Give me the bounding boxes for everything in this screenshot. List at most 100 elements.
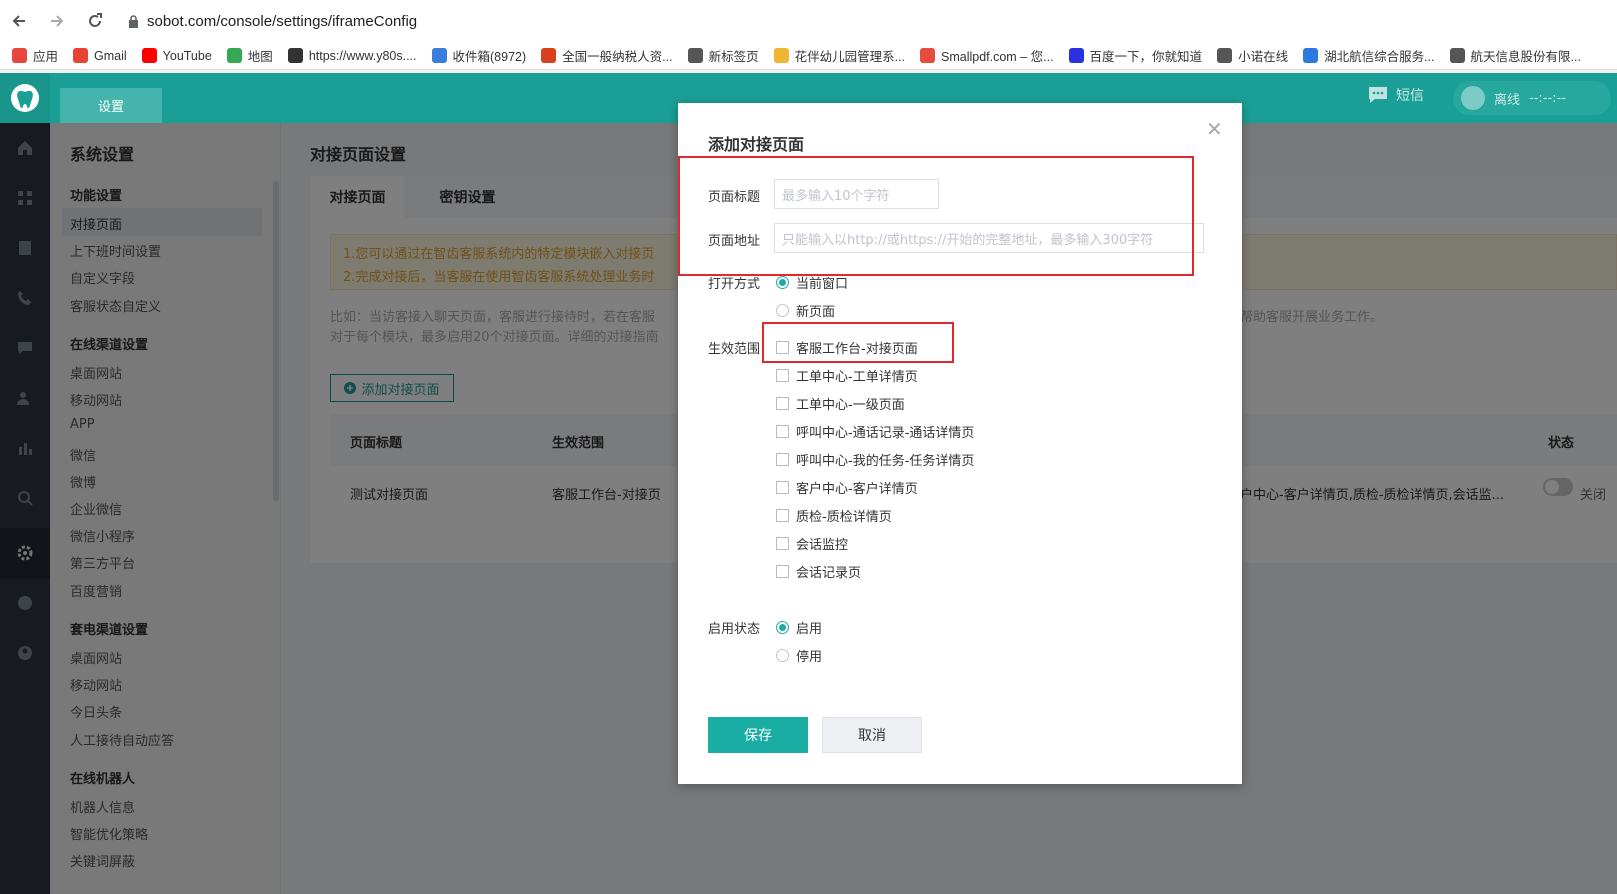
cancel-button[interactable]: 取消 bbox=[822, 717, 922, 753]
bookmark-item[interactable]: Gmail bbox=[73, 48, 127, 63]
option-label: 呼叫中心-通话记录-通话详情页 bbox=[796, 426, 975, 441]
bookmark-item[interactable]: 收件箱(8972) bbox=[431, 46, 527, 65]
annotation-highlight-box bbox=[762, 322, 954, 363]
scope-option[interactable]: 呼叫中心-通话记录-通话详情页 bbox=[776, 422, 974, 441]
tax-icon bbox=[541, 48, 557, 63]
globe-icon bbox=[1449, 48, 1465, 63]
gmail-icon bbox=[73, 48, 89, 63]
bookmark-item[interactable]: 地图 bbox=[226, 46, 273, 65]
chat-bubble-icon bbox=[1369, 87, 1387, 103]
radio-unchecked[interactable] bbox=[776, 649, 789, 662]
option-label: 会话记录页 bbox=[796, 566, 862, 581]
add-iframe-page-dialog: 添加对接页面 ✕ 页面标题 最多输入10个字符 页面地址 只能输入以http:/… bbox=[678, 103, 1242, 784]
bookmark-label: https://www.y80s.... bbox=[308, 48, 417, 63]
tooth-logo-icon[interactable] bbox=[0, 73, 50, 123]
scope-option[interactable]: 会话监控 bbox=[776, 534, 848, 553]
enable-option-off[interactable]: 停用 bbox=[776, 646, 822, 665]
checkbox[interactable] bbox=[776, 509, 789, 522]
browser-address-bar: sobot.com/console/settings/iframeConfig bbox=[0, 0, 1617, 42]
smallpdf-icon bbox=[920, 48, 935, 63]
option-label: 工单中心-工单详情页 bbox=[796, 370, 918, 385]
forward-arrow-icon[interactable] bbox=[38, 13, 76, 29]
youtube-icon bbox=[141, 48, 157, 63]
bookmark-item[interactable]: 全国一般纳税人资... bbox=[541, 46, 673, 65]
checkbox[interactable] bbox=[776, 369, 789, 382]
bookmark-label: 地图 bbox=[247, 50, 273, 64]
dialog-title: 添加对接页面 bbox=[708, 135, 805, 154]
radio-unchecked[interactable] bbox=[776, 304, 789, 317]
bookmark-item[interactable]: 新标签页 bbox=[687, 46, 759, 65]
option-label: 会话监控 bbox=[796, 538, 849, 553]
bookmark-label: Smallpdf.com – 您... bbox=[941, 50, 1054, 64]
bookmark-item[interactable]: YouTube bbox=[141, 48, 212, 63]
sms-button[interactable]: 短信 bbox=[1367, 85, 1424, 105]
close-icon[interactable]: ✕ bbox=[1206, 117, 1223, 141]
option-label: 停用 bbox=[796, 650, 823, 665]
enable-status-label: 启用状态 bbox=[708, 622, 761, 637]
bookmark-label: 新标签页 bbox=[708, 50, 759, 64]
flower-icon bbox=[773, 48, 789, 63]
radio-checked[interactable] bbox=[776, 276, 789, 289]
checkbox[interactable] bbox=[776, 537, 789, 550]
bookmark-label: 全国一般纳税人资... bbox=[562, 50, 673, 64]
reload-icon[interactable] bbox=[76, 13, 114, 29]
checkbox[interactable] bbox=[776, 481, 789, 494]
agent-status-pill[interactable]: 离线 --:--:-- bbox=[1453, 81, 1611, 115]
scope-option[interactable]: 工单中心-工单详情页 bbox=[776, 366, 918, 385]
save-button[interactable]: 保存 bbox=[708, 717, 808, 753]
bookmark-label: 百度一下，你就知道 bbox=[1089, 50, 1203, 64]
option-label: 质检-质检详情页 bbox=[796, 510, 892, 525]
bookmark-item[interactable]: 湖北航信综合服务... bbox=[1303, 46, 1435, 65]
scope-label: 生效范围 bbox=[708, 342, 761, 357]
bookmark-label: Gmail bbox=[94, 48, 127, 63]
annotation-highlight-box bbox=[678, 156, 1194, 276]
status-time: --:--:-- bbox=[1529, 90, 1566, 106]
scope-option[interactable]: 呼叫中心-我的任务-任务详情页 bbox=[776, 450, 974, 469]
checkbox[interactable] bbox=[776, 397, 789, 410]
bookmark-item[interactable]: https://www.y80s.... bbox=[287, 48, 417, 63]
bookmark-label: 航天信息股份有限... bbox=[1470, 50, 1581, 64]
baidu-icon bbox=[1068, 48, 1084, 63]
bookmark-label: 花伴幼儿园管理系... bbox=[794, 50, 905, 64]
checkbox[interactable] bbox=[776, 453, 789, 466]
scope-option[interactable]: 会话记录页 bbox=[776, 562, 861, 581]
bookmark-label: 收件箱(8972) bbox=[452, 50, 527, 64]
bookmark-item[interactable]: 小诺在线 bbox=[1217, 46, 1288, 65]
radio-checked[interactable] bbox=[776, 621, 789, 634]
checkbox[interactable] bbox=[776, 565, 789, 578]
option-label: 新页面 bbox=[796, 305, 836, 320]
back-arrow-icon[interactable] bbox=[0, 13, 38, 29]
status-label: 离线 bbox=[1494, 92, 1521, 108]
scope-option[interactable]: 客户中心-客户详情页 bbox=[776, 478, 918, 497]
bookmark-label: YouTube bbox=[162, 48, 212, 63]
avatar bbox=[1461, 86, 1485, 110]
bookmark-item[interactable]: 航天信息股份有限... bbox=[1449, 46, 1581, 65]
open-mode-new-page[interactable]: 新页面 bbox=[776, 301, 835, 320]
maps-icon bbox=[226, 48, 242, 63]
enable-option-on[interactable]: 启用 bbox=[776, 618, 822, 637]
url-text: sobot.com/console/settings/iframeConfig bbox=[147, 12, 418, 30]
option-label: 工单中心-一级页面 bbox=[796, 398, 905, 413]
bookmark-item[interactable]: 百度一下，你就知道 bbox=[1068, 46, 1203, 65]
tab-settings[interactable]: 设置 bbox=[60, 88, 162, 123]
globe-icon bbox=[1217, 48, 1233, 63]
option-label: 启用 bbox=[796, 622, 823, 637]
bookmark-item[interactable]: Smallpdf.com – 您... bbox=[920, 46, 1054, 65]
lock-icon bbox=[129, 14, 138, 28]
apps-grid-icon bbox=[12, 48, 27, 63]
option-label: 呼叫中心-我的任务-任务详情页 bbox=[796, 454, 975, 469]
checkbox[interactable] bbox=[776, 425, 789, 438]
film-icon bbox=[287, 48, 303, 63]
scope-option[interactable]: 工单中心-一级页面 bbox=[776, 394, 905, 413]
option-label: 客户中心-客户详情页 bbox=[796, 482, 918, 497]
url-field[interactable]: sobot.com/console/settings/iframeConfig bbox=[128, 13, 417, 30]
bookmark-item[interactable]: 花伴幼儿园管理系... bbox=[773, 46, 905, 65]
bookmark-item[interactable]: 应用 bbox=[12, 46, 58, 65]
sms-label: 短信 bbox=[1396, 88, 1424, 104]
mail-icon bbox=[431, 48, 447, 63]
bookmark-label: 湖北航信综合服务... bbox=[1324, 50, 1435, 64]
bookmarks-bar: 应用 Gmail YouTube 地图 https://www.y80s.... 收件箱(… bbox=[0, 42, 1617, 70]
grid-icon bbox=[1303, 48, 1319, 63]
bookmark-label: 应用 bbox=[33, 50, 59, 64]
scope-option[interactable]: 质检-质检详情页 bbox=[776, 506, 892, 525]
